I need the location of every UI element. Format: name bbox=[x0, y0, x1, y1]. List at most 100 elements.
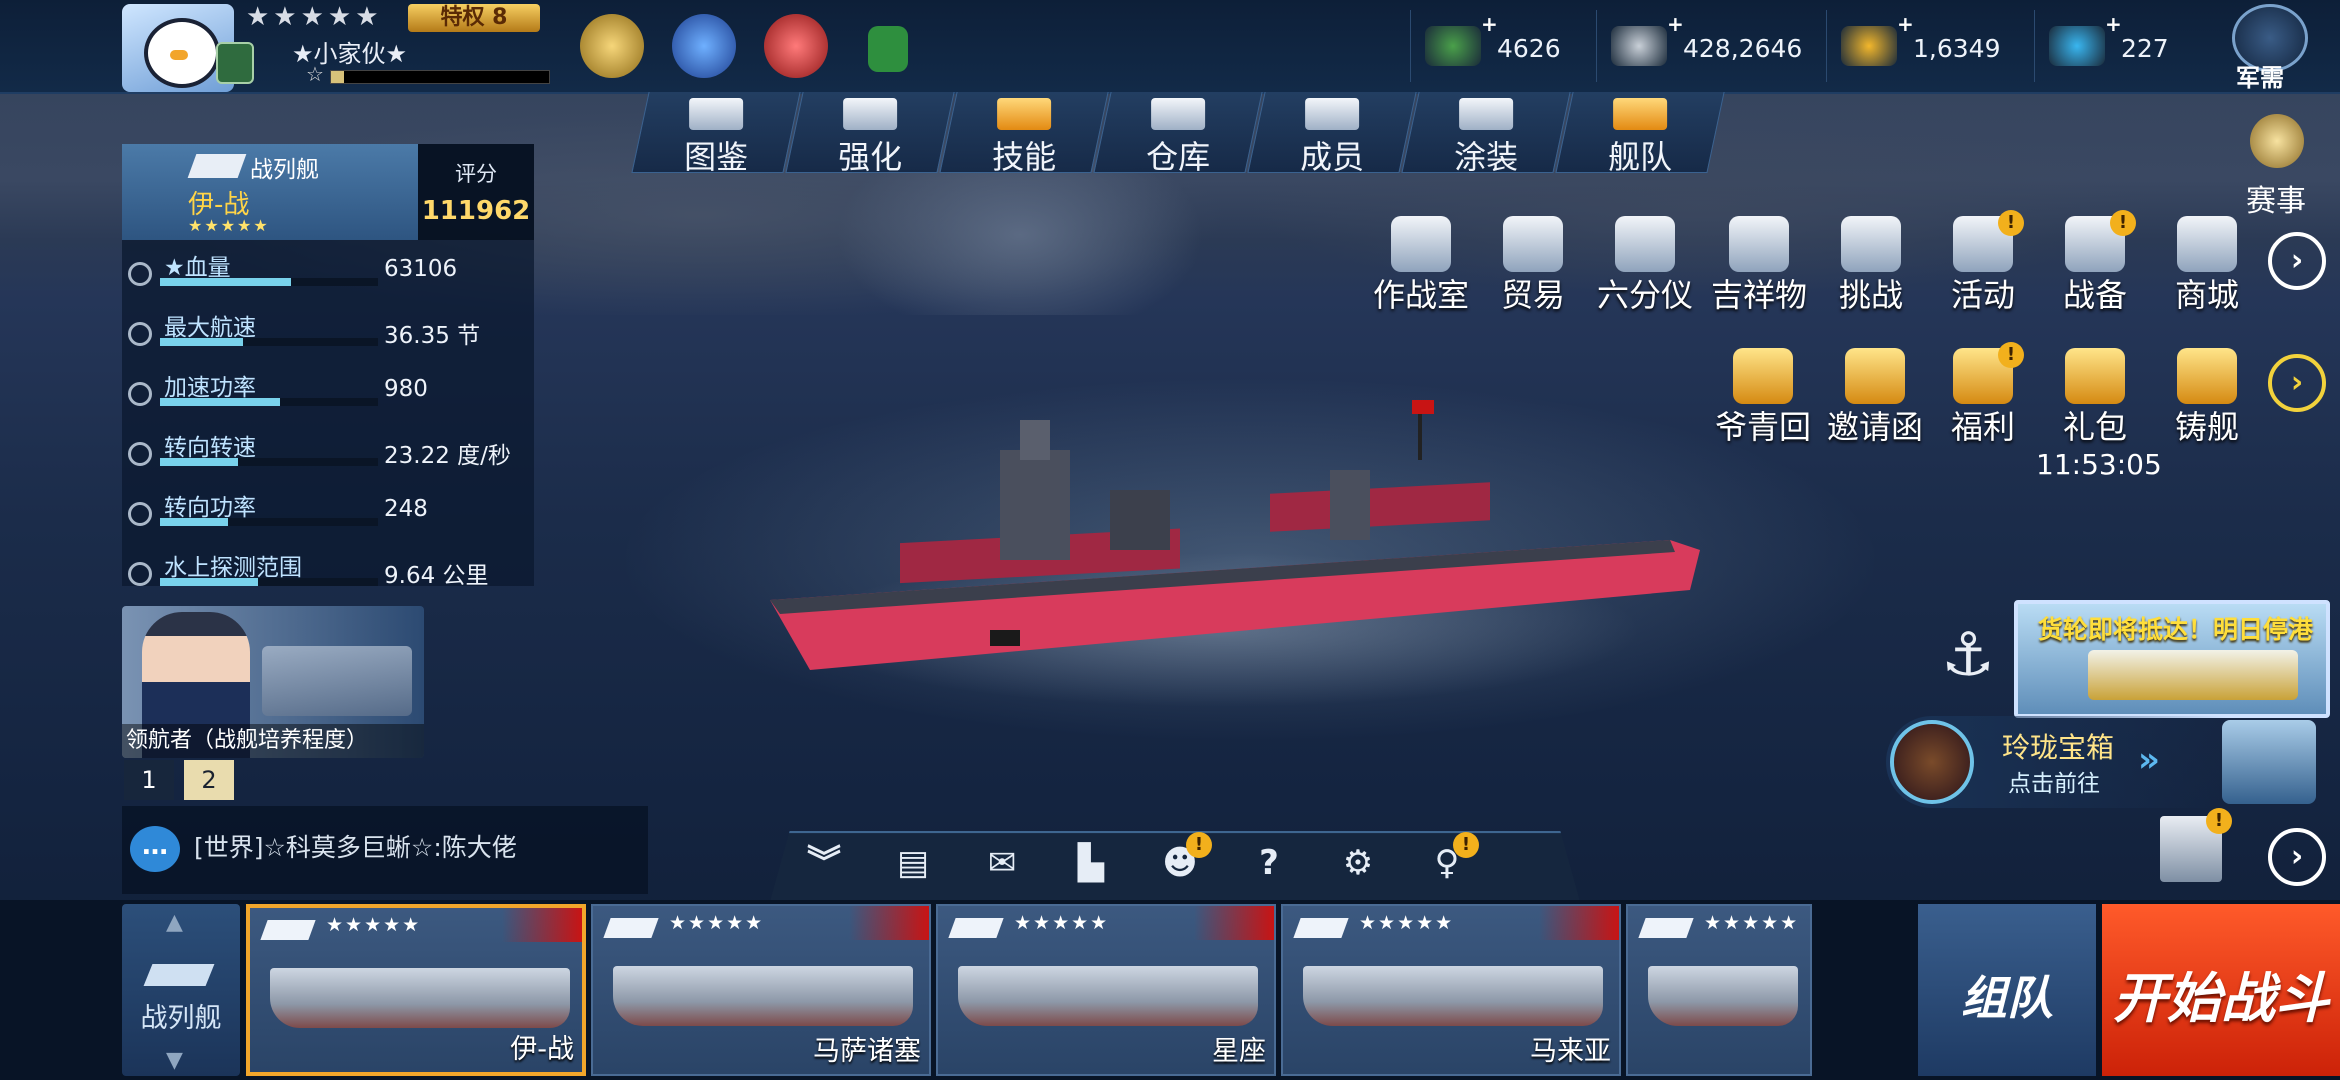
clipboard-icon[interactable]: ▤ bbox=[891, 842, 935, 884]
ranking-icon[interactable]: ▙ bbox=[1069, 842, 1113, 884]
captain-ship-image bbox=[262, 646, 412, 716]
tab-paint[interactable]: 涂装 bbox=[1401, 92, 1571, 176]
chest-go-icon: » bbox=[2138, 740, 2160, 780]
ship-card-stars: ★★★★★ bbox=[1359, 912, 1455, 934]
ship-card-image bbox=[270, 968, 570, 1028]
settings-icon[interactable]: ⚙ bbox=[1336, 842, 1380, 884]
mail-icon[interactable]: ✉ bbox=[980, 842, 1024, 884]
add-resource-icon[interactable]: + bbox=[1481, 12, 1498, 36]
treasure-chest-icon bbox=[1890, 720, 1974, 804]
sextant-icon bbox=[1615, 216, 1675, 272]
gift-icon bbox=[2065, 348, 2125, 404]
stat-info-icon[interactable] bbox=[128, 442, 152, 466]
battleship-class-icon bbox=[1293, 918, 1349, 938]
chevron-down-icon[interactable]: ▼ bbox=[166, 1048, 183, 1073]
chat-bubble-icon[interactable]: … bbox=[130, 826, 180, 872]
cargo-event-banner[interactable]: 货轮即将抵达！明日停港 bbox=[2014, 600, 2330, 718]
start-battle-label: 开始战斗 bbox=[2113, 967, 2329, 1030]
team-button[interactable]: 组队 bbox=[1918, 904, 2096, 1076]
crew-icon bbox=[1305, 98, 1360, 130]
diamond-icon bbox=[2049, 26, 2105, 66]
tab-book[interactable]: 图鉴 bbox=[631, 92, 801, 176]
stat-bar-fill bbox=[160, 338, 243, 346]
features-row2-next-icon[interactable]: › bbox=[2268, 354, 2326, 412]
menu-glyph: ⚙ bbox=[1342, 843, 1374, 883]
gold-coins-icon bbox=[1841, 26, 1897, 66]
ship-card[interactable]: ★★★★★ bbox=[1626, 904, 1812, 1076]
book-icon bbox=[689, 98, 744, 130]
captain-label: 领航者（战舰培养程度） bbox=[122, 724, 424, 758]
medal-blue-icon[interactable] bbox=[672, 14, 736, 78]
chest-title: 玲珑宝箱 bbox=[2002, 731, 2115, 764]
ship-card[interactable]: ★★★★★ 星座 bbox=[936, 904, 1276, 1076]
battleship-class-icon bbox=[603, 918, 659, 938]
stat-info-icon[interactable] bbox=[128, 502, 152, 526]
stat-bar-fill bbox=[160, 398, 280, 406]
friends-icon[interactable]: ☻! bbox=[1158, 832, 1212, 884]
main-ship-model[interactable] bbox=[770, 400, 1700, 680]
feature-label: 商城 bbox=[2174, 276, 2239, 314]
spring-lantern-icon[interactable] bbox=[868, 26, 908, 72]
ship-class-selector[interactable]: ▲ 战列舰 ▼ bbox=[122, 904, 240, 1076]
tab-label: 技能 bbox=[992, 138, 1057, 176]
map-icon[interactable] bbox=[2222, 720, 2316, 804]
stat-info-icon[interactable] bbox=[128, 562, 152, 586]
tab-label: 仓库 bbox=[1146, 138, 1211, 176]
ship-card[interactable]: ★★★★★ 马萨诸塞 bbox=[591, 904, 931, 1076]
resource-silver-coins[interactable]: +428,2646 bbox=[1596, 10, 1827, 82]
feature-ingot[interactable]: 铸舰 bbox=[2152, 348, 2262, 446]
stat-row: ★血量 63106 bbox=[122, 244, 534, 304]
stat-value: 248 bbox=[384, 496, 428, 522]
add-resource-icon[interactable]: + bbox=[1897, 12, 1914, 36]
stat-info-icon[interactable] bbox=[128, 322, 152, 346]
tab-skill[interactable]: 技能 bbox=[939, 92, 1109, 176]
stat-info-icon[interactable] bbox=[128, 382, 152, 406]
chevron-up-icon[interactable]: ▲ bbox=[166, 910, 183, 935]
alert-badge-icon: ! bbox=[1453, 832, 1479, 858]
ship-card-stars: ★★★★★ bbox=[1704, 912, 1800, 934]
chest-entry[interactable]: 玲珑宝箱 点击前往 » bbox=[1886, 716, 2226, 808]
ship-card[interactable]: ★★★★★ 伊-战 bbox=[246, 904, 586, 1076]
port-next-icon[interactable]: › bbox=[2268, 828, 2326, 886]
privilege-badge[interactable]: 特权 8 bbox=[408, 4, 540, 32]
add-resource-icon[interactable]: + bbox=[2105, 12, 2122, 36]
anchor-icon[interactable]: ⚓ bbox=[1934, 620, 2002, 690]
start-battle-button[interactable]: 开始战斗 bbox=[2102, 904, 2340, 1076]
resource-gold-coins[interactable]: +1,6349 bbox=[1826, 10, 2035, 82]
penguin-beak bbox=[170, 50, 188, 60]
exp-progress-bar bbox=[330, 70, 550, 84]
medal-red-icon[interactable] bbox=[764, 14, 828, 78]
world-chat[interactable]: … [世界]☆科莫多巨蜥☆:陈大佬 bbox=[122, 806, 648, 894]
features-row1-next-icon[interactable]: › bbox=[2268, 232, 2326, 290]
captain-card[interactable]: 领航者（战舰培养程度） bbox=[122, 606, 424, 758]
tab-content: 技能 bbox=[949, 92, 1099, 176]
ship-card-image bbox=[958, 966, 1258, 1026]
chest-subtitle: 点击前往 bbox=[2008, 771, 2100, 797]
tab-fleet[interactable]: 舰队 bbox=[1555, 92, 1725, 176]
tips-icon[interactable]: ♀! bbox=[1425, 832, 1479, 884]
tab-crew[interactable]: 成员 bbox=[1247, 92, 1417, 176]
alert-badge-icon: ! bbox=[1998, 342, 2024, 368]
stat-info-icon[interactable] bbox=[128, 262, 152, 286]
help-icon[interactable]: ? bbox=[1247, 842, 1291, 884]
medal-gold-icon[interactable] bbox=[580, 14, 644, 78]
add-resource-icon[interactable]: + bbox=[1667, 12, 1684, 36]
ship-card[interactable]: ★★★★★ 马来亚 bbox=[1281, 904, 1621, 1076]
tab-warehouse[interactable]: 仓库 bbox=[1093, 92, 1263, 176]
port-crane-icon[interactable]: ! bbox=[2160, 808, 2232, 882]
resource-cash[interactable]: +4626 bbox=[1410, 10, 1597, 82]
tab-upgrade[interactable]: 强化 bbox=[785, 92, 955, 176]
events-button[interactable]: 赛事 bbox=[2226, 110, 2326, 220]
page-tab-2[interactable]: 2 bbox=[184, 760, 234, 800]
warehouse-icon bbox=[1151, 98, 1206, 130]
resource-diamond[interactable]: +227 bbox=[2034, 10, 2211, 82]
page-tab-1[interactable]: 1 bbox=[124, 760, 174, 800]
military-supply-button[interactable]: 军需 bbox=[2210, 0, 2330, 92]
stat-bar-fill bbox=[160, 458, 239, 466]
ship-card-corner-flag bbox=[849, 906, 929, 940]
tab-label: 强化 bbox=[838, 138, 903, 176]
collapse-icon[interactable]: ︾ bbox=[802, 842, 846, 884]
player-stars: ★★★★★ bbox=[246, 2, 383, 32]
scales-icon bbox=[1503, 216, 1563, 272]
feature-cart[interactable]: 商城 bbox=[2152, 216, 2262, 314]
